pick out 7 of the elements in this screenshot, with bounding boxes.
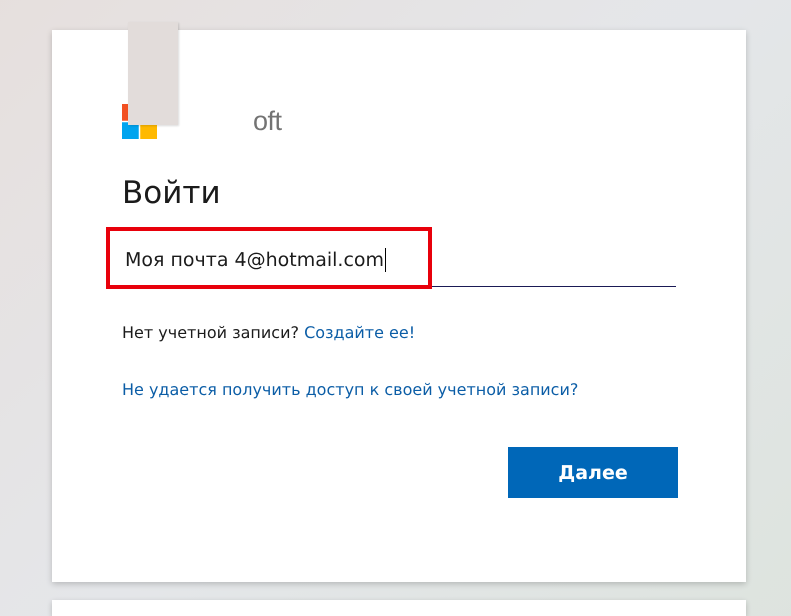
- create-account-link[interactable]: Создайте ее!: [304, 323, 416, 342]
- page-title: Войти: [122, 175, 222, 211]
- no-account-text: Нет учетной записи? Создайте ее!: [122, 323, 416, 342]
- account-access-link[interactable]: Не удается получить доступ к своей учетной записи?: [122, 380, 578, 399]
- email-field[interactable]: Моя почта 4@hotmail.com: [122, 233, 676, 287]
- logo-wordmark: oft: [253, 106, 282, 136]
- next-button[interactable]: Далее: [508, 447, 678, 498]
